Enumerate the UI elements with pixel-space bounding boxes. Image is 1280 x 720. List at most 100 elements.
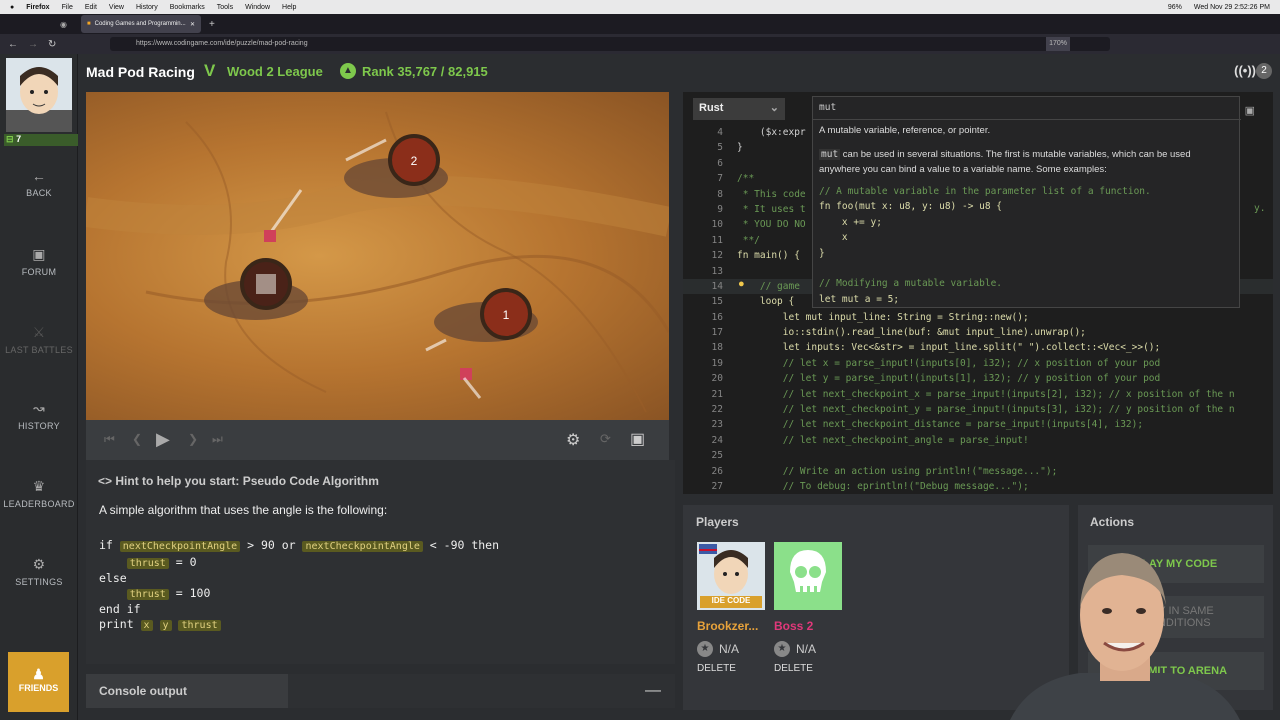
code-line[interactable]: 23 // let next_checkpoint_distance = par… xyxy=(683,417,1273,432)
webcam-person-image xyxy=(1010,553,1240,720)
code-line[interactable]: 20 // let y = parse_input!(inputs[1], i3… xyxy=(683,371,1273,386)
hint-description: A simple algorithm that uses the angle i… xyxy=(99,503,388,517)
menu-window[interactable]: Window xyxy=(245,4,270,11)
codingame-favicon: ■ xyxy=(86,21,91,27)
line-text: * YOU DO NO xyxy=(737,219,806,231)
fullscreen-icon[interactable]: ▣ xyxy=(630,429,645,449)
reload-icon[interactable]: ↻ xyxy=(48,39,56,50)
pod-3 xyxy=(425,338,482,399)
line-number: 15 xyxy=(711,296,723,308)
step-forward-icon[interactable]: ❯ xyxy=(188,432,198,446)
player-1-name[interactable]: Brookzer... xyxy=(697,619,758,633)
avatar-face-icon xyxy=(6,67,72,132)
menu-bookmarks[interactable]: Bookmarks xyxy=(170,4,205,11)
line-number: 11 xyxy=(711,234,723,246)
bulb-icon[interactable]: ● xyxy=(738,278,745,290)
line-text: // let x = parse_input!(inputs[0], i32);… xyxy=(737,357,1161,369)
line-text: // let next_checkpoint_y = parse_input!(… xyxy=(737,404,1235,416)
play-icon[interactable]: ▶ xyxy=(156,429,170,450)
code-line[interactable]: 25 xyxy=(683,448,1273,463)
code-line[interactable]: 18 let inputs: Vec<&str> = input_line.sp… xyxy=(683,340,1273,355)
back-icon[interactable]: ← xyxy=(8,39,18,50)
line-number: 23 xyxy=(711,419,723,431)
avatar[interactable] xyxy=(6,58,72,132)
new-tab-icon[interactable]: + xyxy=(209,19,215,30)
sidebar-item-forum[interactable]: ▣ FORUM xyxy=(0,246,78,277)
browser-tab[interactable]: ■ Coding Games and Programmin... ✕ xyxy=(80,15,201,33)
code-line[interactable]: 19 // let x = parse_input!(inputs[0], i3… xyxy=(683,356,1273,371)
skip-start-icon[interactable]: ⏮ xyxy=(104,432,115,447)
tooltip-code-line: fn foo(mut x: u8, y: u8) -> u8 { xyxy=(819,201,1003,213)
level-indicator: ⊟ 7 xyxy=(4,134,78,146)
forum-icon: ▣ xyxy=(32,246,46,262)
menu-help[interactable]: Help xyxy=(282,4,296,11)
line-number: 10 xyxy=(711,219,723,231)
close-tab-icon[interactable]: ✕ xyxy=(190,21,195,28)
page-title: Mad Pod Racing xyxy=(86,64,195,80)
live-count-badge[interactable]: 2 xyxy=(1256,63,1272,79)
console-output-panel[interactable]: Console output — xyxy=(86,674,675,708)
sidebar-item-leaderboard[interactable]: ♛ LEADERBOARD xyxy=(0,478,78,509)
pseudo-thrust0: = 0 xyxy=(168,554,197,569)
forward-icon[interactable]: → xyxy=(28,39,38,50)
line-text: let mut input_line: String = String::new… xyxy=(737,311,1029,323)
line-number: 21 xyxy=(711,388,723,400)
var-y: y xyxy=(159,619,172,631)
player-2-avatar[interactable] xyxy=(774,542,842,610)
code-line[interactable]: 26 // Write an action using println!("me… xyxy=(683,464,1273,479)
line-number: 19 xyxy=(711,357,723,369)
code-line[interactable]: 16 let mut input_line: String = String::… xyxy=(683,310,1273,325)
game-viewer[interactable]: 1 2 xyxy=(86,92,669,420)
player-1-avatar[interactable]: IDE CODE xyxy=(697,542,765,610)
tooltip-code-line: // A mutable variable in the parameter l… xyxy=(819,186,1151,197)
player-1-delete[interactable]: DELETE xyxy=(697,663,736,674)
menu-file[interactable]: File xyxy=(62,4,73,11)
code-line[interactable]: 24 // let next_checkpoint_angle = parse_… xyxy=(683,433,1273,448)
menu-history[interactable]: History xyxy=(136,4,158,11)
pseudo-print: print xyxy=(99,616,141,631)
tooltip-paragraph: mut can be used in several situations. T… xyxy=(819,147,1233,177)
sidebar-item-back[interactable]: ← BACK xyxy=(0,168,78,198)
menu-edit[interactable]: Edit xyxy=(85,4,97,11)
friends-button[interactable]: ♟ FRIENDS xyxy=(8,652,69,712)
rank-label: Rank 35,767 / 82,915 xyxy=(362,64,488,79)
line-number: 12 xyxy=(711,250,723,262)
hint-header[interactable]: <> Hint to help you start: Pseudo Code A… xyxy=(98,474,379,488)
var-next-checkpoint-angle-2: nextCheckpointAngle xyxy=(302,541,423,552)
clock: Wed Nov 29 2:52:26 PM xyxy=(1193,3,1270,11)
editor-panel-icon[interactable]: ▣ xyxy=(1245,104,1255,117)
language-select[interactable]: Rust ⌄ xyxy=(693,98,785,120)
code-line[interactable]: 22 // let next_checkpoint_y = parse_inpu… xyxy=(683,402,1273,417)
share-icon[interactable]: ⟳ xyxy=(600,431,611,447)
sidebar-item-settings[interactable]: ⚙ SETTINGS xyxy=(0,556,78,587)
checkpoint-1-label: 1 xyxy=(503,308,510,322)
code-line[interactable]: 21 // let next_checkpoint_x = parse_inpu… xyxy=(683,387,1273,402)
hover-tooltip: mut A mutable variable, reference, or po… xyxy=(812,96,1241,308)
skip-end-icon[interactable]: ⏭ xyxy=(212,432,223,447)
url-bar[interactable]: https://www.codingame.com/ide/puzzle/mad… xyxy=(110,37,1110,51)
apple-icon[interactable]: ● xyxy=(10,4,14,11)
zoom-level[interactable]: 170% xyxy=(1046,37,1070,51)
browser-icon[interactable]: ◉ xyxy=(60,20,67,29)
menu-tools[interactable]: Tools xyxy=(217,4,233,11)
tooltip-code-example: // A mutable variable in the parameter l… xyxy=(819,184,1151,307)
app-name[interactable]: Firefox xyxy=(26,4,49,11)
line-text: fn main() { xyxy=(737,250,800,262)
var-thrust: thrust xyxy=(126,557,169,569)
tab-strip: ◉ ■ Coding Games and Programmin... ✕ + xyxy=(0,14,1280,34)
code-line[interactable]: 17 io::stdin().read_line(buf: &mut input… xyxy=(683,325,1273,340)
live-stream-icon[interactable]: ((•)) xyxy=(1234,63,1256,78)
pseudo-endif: end if xyxy=(99,602,141,616)
sidebar-item-last-battles[interactable]: ⚔ LAST BATTLES xyxy=(0,324,78,355)
player-2-name[interactable]: Boss 2 xyxy=(774,619,813,633)
code-line[interactable]: 27 // To debug: eprintln!("Debug message… xyxy=(683,479,1273,494)
minimize-icon[interactable]: — xyxy=(645,682,661,700)
level-minus-icon: ⊟ xyxy=(6,134,14,144)
menu-view[interactable]: View xyxy=(109,4,124,11)
sidebar-settings-label: SETTINGS xyxy=(15,577,63,587)
player-2-delete[interactable]: DELETE xyxy=(774,663,813,674)
step-back-icon[interactable]: ❮ xyxy=(132,432,142,446)
viewer-settings-icon[interactable]: ⚙ xyxy=(566,430,580,450)
line-number: 24 xyxy=(711,434,723,446)
sidebar-item-history[interactable]: ↝ HISTORY xyxy=(0,400,78,431)
